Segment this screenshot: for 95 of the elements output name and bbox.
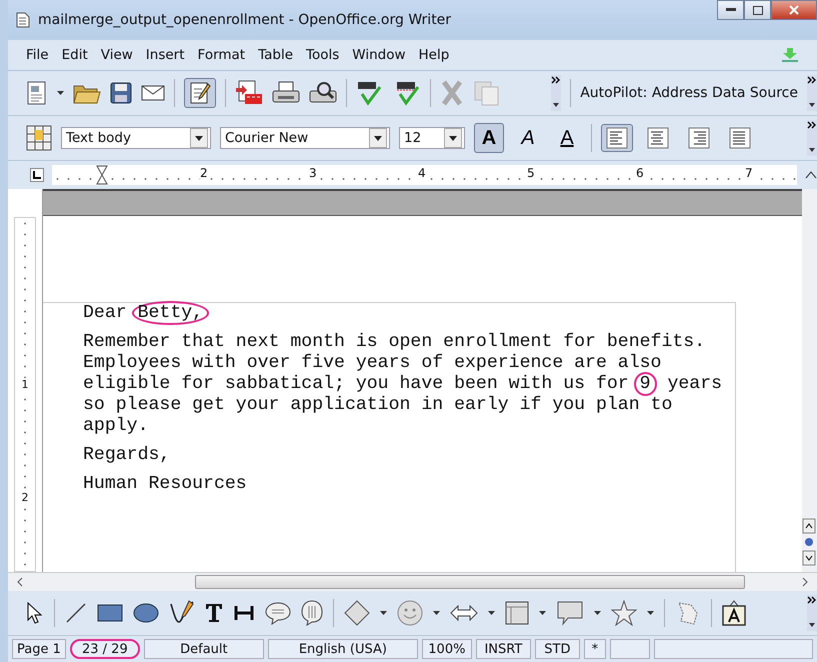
ruler-number: 5 — [527, 166, 535, 180]
overflow-chevron-icon[interactable] — [551, 75, 562, 111]
text-tool-icon[interactable] — [205, 603, 223, 623]
overflow-chevron-icon[interactable] — [807, 120, 817, 156]
menu-item[interactable]: Window — [352, 47, 406, 63]
print-preview-icon[interactable] — [309, 81, 337, 105]
vertical-scrollbar[interactable] — [802, 189, 817, 572]
dropdown-caret-icon[interactable] — [594, 611, 601, 615]
vertical-callout-icon[interactable] — [301, 600, 323, 626]
overflow-chevron-icon[interactable] — [807, 595, 817, 631]
font-size-dropdown[interactable]: 12 — [399, 127, 465, 149]
edit-mode-button[interactable] — [184, 78, 216, 108]
dropdown-caret-icon[interactable] — [488, 611, 495, 615]
dropdown-caret-icon[interactable] — [433, 611, 440, 615]
menu-item[interactable]: File — [26, 47, 49, 63]
status-field: Default — [144, 639, 264, 659]
letter-line: Regards, — [83, 445, 172, 466]
menu-item[interactable]: Tools — [306, 47, 340, 63]
underline-button[interactable]: A — [552, 123, 582, 153]
dimension-line-icon[interactable] — [233, 604, 255, 622]
cursor-arrow-icon[interactable] — [26, 602, 44, 624]
menu-item[interactable]: Edit — [62, 47, 88, 63]
diamond-icon[interactable] — [344, 600, 370, 626]
scrollbar-thumb[interactable] — [195, 575, 745, 589]
save-icon[interactable] — [110, 82, 132, 104]
smiley-icon[interactable] — [397, 600, 423, 626]
overflow-chevron-icon[interactable] — [807, 75, 817, 111]
pdf-export-icon[interactable] — [235, 80, 263, 106]
ruler-number: 3 — [309, 166, 317, 180]
menu-item[interactable]: Table — [258, 47, 294, 63]
font-name-dropdown[interactable]: Courier New — [220, 127, 390, 149]
letter-line: Dear Betty, — [83, 303, 735, 324]
close-icon — [789, 5, 799, 15]
status-field: * — [584, 639, 606, 659]
status-field: English (USA) — [268, 639, 418, 659]
autopilot-label[interactable]: AutoPilot: Address Data Source — [580, 85, 798, 101]
letter-line: so please get your application in early if you plan to — [83, 395, 674, 416]
maximize-icon — [752, 6, 762, 14]
letter-line: eligible for sabbatical; you have been with us for 9 years — [83, 374, 724, 395]
indent-marker-icon[interactable] — [96, 165, 108, 185]
dropdown-caret-icon[interactable] — [380, 611, 387, 615]
rectangle-icon[interactable] — [97, 604, 123, 622]
document-icon — [16, 12, 30, 28]
scissors-icon — [440, 80, 464, 106]
minimize-button[interactable] — [717, 0, 744, 20]
dropdown-caret-icon[interactable] — [647, 611, 654, 615]
caret-icon — [195, 136, 203, 140]
menu-item[interactable]: Help — [418, 47, 450, 63]
speech-bubble-icon[interactable] — [265, 601, 291, 625]
caret-icon — [449, 136, 457, 140]
paragraph-style-dropdown[interactable]: Text body — [61, 127, 211, 149]
menu-item[interactable]: Format — [198, 47, 246, 63]
caret-icon — [374, 136, 382, 140]
double-arrow-icon[interactable] — [450, 604, 478, 622]
envelope-icon[interactable] — [141, 84, 165, 102]
menu-item[interactable]: View — [100, 47, 133, 63]
tab-stop-icon[interactable] — [30, 168, 44, 182]
letter-line: apply. — [83, 416, 150, 437]
italic-button[interactable]: A — [513, 123, 543, 153]
status-field — [610, 639, 650, 659]
ruler-number: 2 — [200, 166, 208, 180]
align-left-button[interactable] — [601, 124, 633, 152]
letter-line: Employees with over five years of experience are also — [83, 353, 662, 374]
new-document-icon[interactable] — [26, 81, 48, 105]
line-icon[interactable] — [65, 602, 87, 624]
bold-button[interactable]: A — [474, 123, 504, 153]
status-field: Page 1 — [12, 639, 66, 659]
status-field: INSRT — [476, 639, 531, 659]
status-field: 23 / 29 — [70, 639, 140, 659]
flowchart-icon[interactable] — [505, 601, 529, 625]
ruler-number: 1 — [22, 378, 28, 391]
ruler-number: 2 — [22, 491, 28, 504]
printer-icon[interactable] — [272, 81, 300, 105]
menu-item[interactable]: Insert — [146, 47, 185, 63]
fontwork-icon[interactable] — [722, 600, 746, 626]
letter-line: Human Resources — [83, 474, 248, 495]
status-field: STD — [534, 639, 580, 659]
callout-icon[interactable] — [556, 600, 584, 626]
close-button[interactable] — [771, 0, 817, 20]
maximize-button[interactable] — [744, 0, 771, 20]
status-field: 100% — [422, 639, 472, 659]
ruler-number: 7 — [745, 166, 753, 180]
page-navigation-icon[interactable] — [802, 518, 816, 566]
window-title: mailmerge_output_openenrollment - OpenOffice.org Writer — [38, 12, 452, 28]
dropdown-caret-icon[interactable] — [539, 611, 546, 615]
spellcheck-icon[interactable] — [356, 80, 384, 106]
letter-line: Remember that next month is open enrollment for benefits. — [83, 332, 706, 353]
ellipse-icon[interactable] — [133, 603, 159, 623]
dropdown-caret-icon[interactable] — [57, 91, 64, 95]
copy-icon — [473, 80, 501, 106]
star-icon[interactable] — [611, 600, 637, 626]
minimize-icon — [726, 8, 736, 12]
ruler-number: 4 — [418, 166, 426, 180]
ruler-number: 6 — [636, 166, 644, 180]
styles-grid-icon[interactable] — [26, 125, 52, 151]
